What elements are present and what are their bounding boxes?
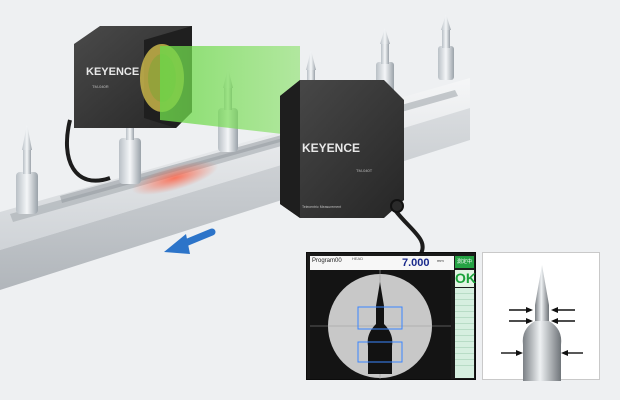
arrow-right-icon (509, 307, 533, 313)
measurement-detail-inset (482, 252, 600, 381)
brand-logo-front: KEYENCE (302, 141, 360, 155)
head-label: HEAD (352, 256, 364, 261)
result-list (455, 288, 474, 378)
program-label: Program00 (312, 258, 342, 264)
model-label-rear: TM-040R (92, 84, 109, 89)
arrow-left-icon (551, 307, 575, 313)
judgement-badge: OK (455, 270, 476, 287)
arrow-right-icon (509, 318, 533, 324)
series-label-front: Telecentric Measurement (302, 205, 341, 209)
unit-label: mm (437, 258, 444, 263)
monitor-header: Program00 HEAD 7.000 mm (310, 256, 454, 270)
ampoule-6 (438, 14, 454, 80)
measurement-monitor: Program00 HEAD 7.000 mm 測定中 OK (306, 252, 476, 380)
ampoule-1 (16, 124, 38, 214)
status-badge: 測定中 (455, 256, 474, 268)
arrow-right-icon (501, 350, 523, 356)
measured-value: 7.000 (402, 257, 430, 269)
brand-logo-rear: KEYENCE (86, 66, 139, 78)
camera-image (310, 270, 451, 379)
list-item (455, 360, 474, 366)
detail-drawing (501, 265, 583, 381)
front-sensor-head: KEYENCE TM-040T Telecentric Measurement (280, 80, 425, 257)
vial-detail (522, 265, 562, 381)
arrow-left-icon (551, 318, 575, 324)
model-label-front: TM-040T (356, 168, 373, 173)
arrow-left-icon (561, 350, 583, 356)
